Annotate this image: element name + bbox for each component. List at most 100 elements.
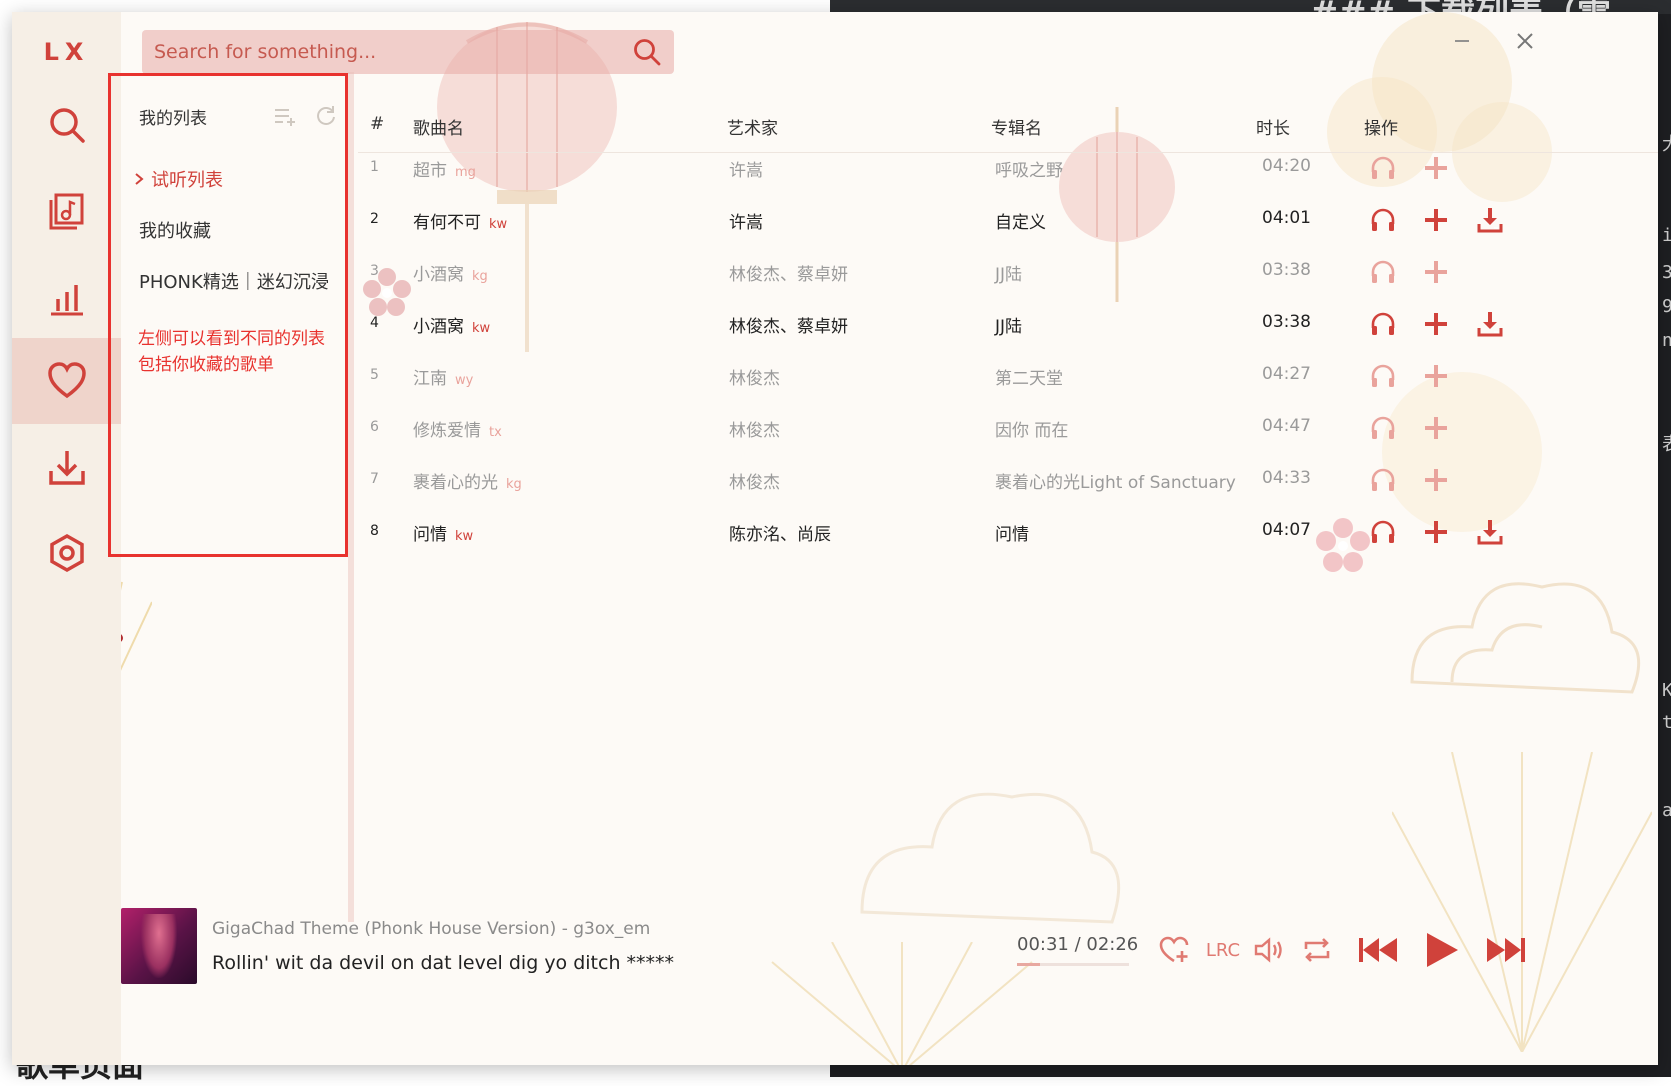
time-separator: / xyxy=(1068,934,1087,955)
listen-button[interactable] xyxy=(1368,465,1398,495)
table-row[interactable]: 5 江南 wy 林俊杰 第二天堂 04:27 xyxy=(358,350,1658,402)
source-tag: kg xyxy=(506,477,522,492)
search-icon[interactable] xyxy=(632,37,662,67)
download-icon xyxy=(1477,208,1503,233)
cell-artist: 林俊杰、蔡卓妍 xyxy=(729,265,848,285)
app-logo: LX xyxy=(43,38,90,66)
lyrics-button[interactable]: LRC xyxy=(1203,930,1243,970)
table-row[interactable]: 2 有何不可 kw 许嵩 自定义 04:01 xyxy=(358,194,1658,246)
listen-button[interactable] xyxy=(1368,517,1398,547)
background-editor-fragment: te xyxy=(1662,712,1671,733)
cell-artist: 陈亦洺、尚辰 xyxy=(729,525,831,545)
add-to-list-button[interactable] xyxy=(1421,413,1451,443)
annotation-line: 左侧可以看到不同的列表 xyxy=(138,329,325,349)
listen-button[interactable] xyxy=(1368,361,1398,391)
table-row[interactable]: 4 小酒窝 kw 林俊杰、蔡卓妍 JJ陆 03:38 xyxy=(358,298,1658,350)
nav-leaderboard[interactable] xyxy=(12,254,121,340)
cloud-decoration xyxy=(1410,582,1641,694)
play-icon xyxy=(1427,933,1458,967)
download-song-button[interactable] xyxy=(1475,517,1505,547)
nav-download[interactable] xyxy=(12,424,121,510)
cell-duration: 04:07 xyxy=(1262,520,1311,540)
song-name: 问情 xyxy=(413,525,447,545)
plus-icon xyxy=(1425,417,1447,439)
add-to-list-button[interactable] xyxy=(1421,517,1451,547)
cell-artist: 许嵩 xyxy=(729,213,763,233)
cell-num: 3 xyxy=(370,263,379,279)
song-name: 裹着心的光 xyxy=(413,473,498,493)
search-input[interactable] xyxy=(152,40,632,64)
minimize-button[interactable] xyxy=(1447,26,1477,56)
cell-album: 第二天堂 xyxy=(995,369,1063,389)
table-row[interactable]: 7 裹着心的光 kg 林俊杰 裹着心的光Light of Sanctuary 04… xyxy=(358,454,1658,506)
add-to-list-button[interactable] xyxy=(1421,153,1451,183)
song-name: 超市 xyxy=(413,161,447,181)
volume-button[interactable] xyxy=(1252,930,1288,970)
listen-button[interactable] xyxy=(1368,153,1398,183)
headphones-icon xyxy=(1371,416,1395,439)
table-row[interactable]: 1 超市 mg 许嵩 呼吸之野 04:20 xyxy=(358,142,1658,194)
cell-num: 8 xyxy=(370,523,379,539)
column-header-artist: 艺术家 xyxy=(727,119,778,139)
previous-button[interactable] xyxy=(1356,930,1400,970)
minimize-icon xyxy=(1455,40,1469,42)
headphones-icon xyxy=(1371,260,1395,283)
cell-duration: 04:47 xyxy=(1262,416,1311,436)
plus-icon xyxy=(1425,469,1447,491)
listen-button[interactable] xyxy=(1368,205,1398,235)
song-name: 小酒窝 xyxy=(413,265,464,285)
add-to-list-button[interactable] xyxy=(1421,257,1451,287)
play-button[interactable] xyxy=(1422,930,1462,970)
cell-name: 小酒窝 kw xyxy=(413,312,490,337)
source-tag: wy xyxy=(455,373,474,388)
download-song-button[interactable] xyxy=(1475,205,1505,235)
cell-album: JJ陆 xyxy=(995,317,1023,337)
nav-settings[interactable] xyxy=(12,510,121,596)
cell-num: 2 xyxy=(370,211,379,227)
table-row[interactable]: 8 问情 kw 陈亦洺、尚辰 问情 04:07 xyxy=(358,506,1658,558)
panel-divider[interactable] xyxy=(348,72,354,922)
repeat-button[interactable] xyxy=(1300,930,1334,970)
close-button[interactable] xyxy=(1510,26,1540,56)
download-song-button[interactable] xyxy=(1475,309,1505,339)
cell-name: 有何不可 kw xyxy=(413,208,507,233)
add-to-list-button[interactable] xyxy=(1421,361,1451,391)
cell-name: 修炼爱情 tx xyxy=(413,416,502,441)
close-icon xyxy=(1517,33,1533,49)
download-icon xyxy=(1477,520,1503,545)
listen-button[interactable] xyxy=(1368,257,1398,287)
add-to-list-button[interactable] xyxy=(1421,465,1451,495)
cell-duration: 04:01 xyxy=(1262,208,1311,228)
playback-time: 00:31 / 02:26 xyxy=(1017,934,1138,955)
progress-bar[interactable] xyxy=(1017,963,1129,966)
listen-button[interactable] xyxy=(1368,309,1398,339)
favorite-button[interactable] xyxy=(1157,930,1191,970)
song-name: 有何不可 xyxy=(413,213,481,233)
background-editor-fragment: K xyxy=(1662,680,1671,701)
source-tag: kw xyxy=(489,217,508,232)
heart-add-icon xyxy=(1159,936,1189,963)
column-header-num: # xyxy=(370,114,385,134)
nav-songlist[interactable] xyxy=(12,168,121,254)
add-to-list-button[interactable] xyxy=(1421,309,1451,339)
nav-search[interactable] xyxy=(12,82,121,168)
cell-name: 小酒窝 kg xyxy=(413,260,488,285)
background-editor-fragment: ne xyxy=(1662,330,1671,351)
album-cover[interactable] xyxy=(121,908,197,984)
next-button[interactable] xyxy=(1484,930,1528,970)
table-row[interactable]: 6 修炼爱情 tx 林俊杰 因你 而在 04:47 xyxy=(358,402,1658,454)
nav-my-list[interactable] xyxy=(12,338,121,424)
progress-fill xyxy=(1017,963,1040,966)
annotation-line: 包括你收藏的歌单 xyxy=(138,355,274,375)
next-icon xyxy=(1487,938,1525,962)
nav-rail: LX xyxy=(12,12,121,1065)
cell-name: 裹着心的光 kg xyxy=(413,468,522,493)
add-to-list-button[interactable] xyxy=(1421,205,1451,235)
table-row[interactable]: 3 小酒窝 kg 林俊杰、蔡卓妍 JJ陆 03:38 xyxy=(358,246,1658,298)
column-header-action: 操作 xyxy=(1364,119,1398,139)
listen-button[interactable] xyxy=(1368,413,1398,443)
plus-icon xyxy=(1425,313,1447,335)
cell-album: 因你 而在 xyxy=(995,421,1069,441)
cell-duration: 03:38 xyxy=(1262,312,1311,332)
column-header-name: 歌曲名 xyxy=(413,119,464,139)
